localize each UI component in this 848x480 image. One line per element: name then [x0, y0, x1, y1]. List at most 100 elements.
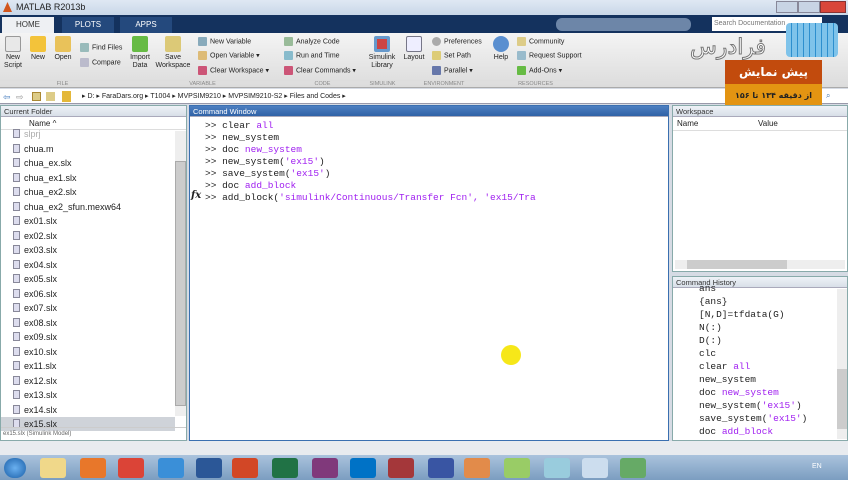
file-item[interactable]: ex14.slx [13, 403, 57, 417]
language-indicator[interactable]: EN [812, 463, 822, 470]
new-button[interactable]: New [28, 36, 48, 62]
history-item[interactable]: doc new_system [699, 386, 779, 399]
name-column-header[interactable]: Name [677, 117, 698, 131]
breadcrumb-item[interactable]: T1004 [150, 93, 170, 100]
start-button[interactable] [4, 458, 26, 478]
clear-workspace-button[interactable]: Clear Workspace ▾ [198, 66, 269, 75]
simulink-library-button[interactable]: Simulink Library [368, 36, 396, 70]
breadcrumb-item[interactable]: Files and Codes [290, 93, 341, 100]
set-path-button[interactable]: Set Path [432, 51, 471, 60]
history-item[interactable]: new_system('ex15') [699, 399, 802, 412]
close-button[interactable] [820, 1, 846, 13]
file-item[interactable]: ex03.slx [13, 243, 57, 257]
workspace-scrollbar[interactable] [675, 260, 845, 269]
paint-taskbar-icon[interactable] [504, 458, 530, 478]
compare-button[interactable]: Compare [80, 58, 121, 67]
find-files-button[interactable]: Find Files [80, 43, 122, 52]
clear-commands-button[interactable]: Clear Commands ▾ [284, 66, 356, 75]
excel-taskbar-icon[interactable] [272, 458, 298, 478]
file-item[interactable]: ex09.slx [13, 330, 57, 344]
search-folder-icon[interactable]: ⌕ [826, 91, 830, 101]
analyze-code-button[interactable]: Analyze Code [284, 37, 340, 46]
tab-home[interactable]: HOME [2, 17, 54, 33]
open-button[interactable]: Open [52, 36, 74, 62]
file-list-scrollbar[interactable] [175, 131, 186, 416]
file-item[interactable]: ex06.slx [13, 287, 57, 301]
function-browser-icon[interactable]: fx [191, 190, 201, 201]
minimize-button[interactable] [776, 1, 798, 13]
firefox-taskbar-icon[interactable] [80, 458, 106, 478]
file-item[interactable]: ex04.slx [13, 258, 57, 272]
file-icon [13, 201, 20, 211]
save-workspace-button[interactable]: Save Workspace [154, 36, 192, 70]
tab-plots[interactable]: PLOTS [62, 17, 114, 33]
matlab-taskbar-icon[interactable] [464, 458, 490, 478]
file-item[interactable]: ex05.slx [13, 272, 57, 286]
value-column-header[interactable]: Value [758, 117, 778, 131]
ie-taskbar-icon[interactable] [158, 458, 184, 478]
file-item[interactable]: ex02.slx [13, 229, 57, 243]
help-button[interactable]: Help [490, 36, 512, 62]
outlook-taskbar-icon[interactable] [350, 458, 376, 478]
tab-apps[interactable]: APPS [120, 17, 172, 33]
back-icon[interactable]: ⇦ [3, 92, 11, 103]
history-item[interactable]: clear all [699, 360, 750, 373]
breadcrumb-item[interactable]: FaraDars.org [102, 93, 143, 100]
command-line: >> new_system('ex15') [205, 156, 325, 167]
file-item[interactable]: ex11.slx [13, 359, 56, 373]
chrome-taskbar-icon[interactable] [118, 458, 144, 478]
file-item[interactable]: chua_ex2.slx [13, 185, 77, 199]
request-support-button[interactable]: Request Support [517, 51, 582, 60]
command-window[interactable]: Command Window >> clear all >> new_system… [189, 105, 669, 441]
preferences-button[interactable]: Preferences [432, 37, 482, 46]
import-data-button[interactable]: Import Data [128, 36, 152, 70]
add-ons-button[interactable]: Add-Ons ▾ [517, 66, 562, 75]
maximize-button[interactable] [798, 1, 820, 13]
file-item[interactable]: ex08.slx [13, 316, 57, 330]
word-taskbar-icon[interactable] [196, 458, 222, 478]
onenote-taskbar-icon[interactable] [312, 458, 338, 478]
open-variable-button[interactable]: Open Variable ▾ [198, 51, 260, 60]
powerpoint-taskbar-icon[interactable] [232, 458, 258, 478]
file-item[interactable]: ex01.slx [13, 214, 57, 228]
history-item[interactable]: D(:) [699, 334, 722, 347]
file-item[interactable]: slprj [13, 127, 41, 141]
history-item[interactable]: ans [699, 282, 716, 295]
notepad-taskbar-icon[interactable] [582, 458, 608, 478]
history-item[interactable]: clc [699, 347, 716, 360]
new-script-button[interactable]: New Script [2, 36, 24, 70]
breadcrumb-item[interactable]: D: [87, 93, 94, 100]
file-item[interactable]: chua.m [13, 142, 54, 156]
layout-button[interactable]: Layout [402, 36, 426, 62]
history-item[interactable]: N(:) [699, 321, 722, 334]
history-item[interactable]: save_system('ex15') [699, 412, 807, 425]
file-item[interactable]: ex07.slx [13, 301, 57, 315]
run-and-time-button[interactable]: Run and Time [284, 51, 340, 60]
visio-taskbar-icon[interactable] [428, 458, 454, 478]
quick-access-toolbar[interactable] [556, 18, 691, 31]
up-folder-icon[interactable] [32, 92, 41, 101]
explorer-taskbar-icon[interactable] [40, 458, 66, 478]
tool-taskbar-icon[interactable] [620, 458, 646, 478]
history-item[interactable]: [N,D]=tfdata(G) [699, 308, 785, 321]
file-item[interactable]: ex10.slx [13, 345, 57, 359]
app-taskbar-icon[interactable] [544, 458, 570, 478]
new-variable-button[interactable]: New Variable [198, 37, 251, 46]
address-bar[interactable]: ⇦ ⇨ ▸ D: ▸ FaraDars.org ▸ T1004 ▸ MVPSIM… [0, 89, 848, 104]
parallel-button[interactable]: Parallel ▾ [432, 66, 473, 75]
file-item[interactable]: ex13.slx [13, 388, 57, 402]
file-item[interactable]: ex12.slx [13, 374, 57, 388]
history-item[interactable]: {ans} [699, 295, 728, 308]
community-button[interactable]: Community [517, 37, 564, 46]
breadcrumb-item[interactable]: MVPSIM9210-S2 [228, 93, 282, 100]
breadcrumb-item[interactable]: MVPSIM9210 [178, 93, 221, 100]
history-scrollbar[interactable] [837, 289, 847, 439]
access-taskbar-icon[interactable] [388, 458, 414, 478]
history-item[interactable]: doc add_block [699, 425, 773, 438]
forward-icon[interactable]: ⇨ [16, 92, 24, 103]
history-item[interactable]: new_system [699, 373, 756, 386]
browse-folder-icon[interactable] [46, 92, 55, 101]
file-item[interactable]: chua_ex.slx [13, 156, 72, 170]
file-item[interactable]: chua_ex1.slx [13, 171, 77, 185]
file-item[interactable]: chua_ex2_sfun.mexw64 [13, 200, 121, 214]
